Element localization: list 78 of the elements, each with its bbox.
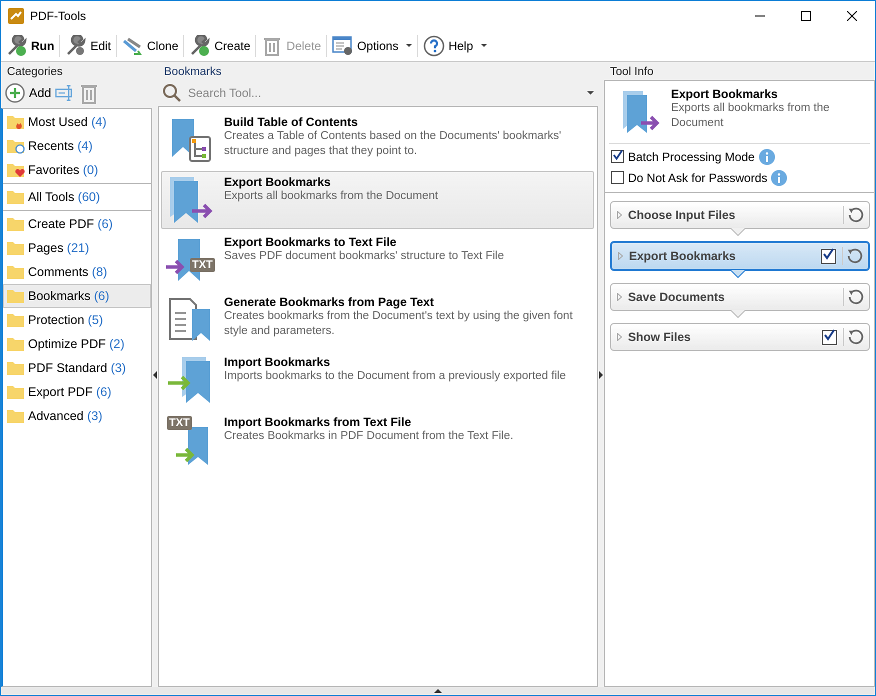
category-item[interactable]: Most Used (4) [3,110,151,134]
help-button[interactable]: Help [420,33,490,59]
options-button[interactable]: Options [329,33,416,59]
step-header[interactable]: Save Documents [610,283,870,311]
category-item[interactable]: Bookmarks (6) [3,284,151,308]
category-item[interactable]: Pages (21) [3,236,151,260]
step-header[interactable]: Show Files [610,323,870,351]
tool-description: Creates bookmarks from the Document's text by using the given font style and parameters. [224,309,574,339]
category-item[interactable]: Export PDF (6) [3,380,151,404]
wrench-icon [65,35,88,57]
add-button[interactable]: Add [5,83,52,103]
tool-description: Imports bookmarks to the Document from a previously exported file [224,369,566,384]
step-header[interactable]: Export Bookmarks [610,241,870,271]
tool-description: Exports all bookmarks from the Document [224,189,438,204]
tool-item[interactable]: Import Bookmarks Imports bookmarks to the Document from a previously exported file [161,351,594,409]
collapse-arrow-icon[interactable] [153,370,157,378]
caret-icon[interactable] [587,90,594,96]
close-icon[interactable] [847,11,857,21]
checkbox[interactable] [611,150,624,163]
tool-title: Import Bookmarks from Text File [224,415,412,429]
help-icon [423,35,446,57]
step-pointer-icon [730,228,746,236]
category-item[interactable]: All Tools (60) [3,185,151,209]
run-button[interactable]: Run [3,33,58,59]
checkbox[interactable] [611,171,624,184]
wrench-icon [6,35,28,57]
option-label: Batch Processing Mode [628,150,755,164]
tool-item[interactable]: TXT Export Bookmarks to Text File Saves PDF document bookmarks' structure to Text File [161,231,594,289]
tool-item[interactable]: TXT Import Bookmarks from Text File Creates Bookmarks in PDF Document from the Text File. [161,411,594,469]
step-pointer-icon [730,270,746,278]
tool-item[interactable]: Build Table of Contents Creates a Table of Contents based on the Documents' bookmarks' structure and pages that they point to. [161,111,594,169]
window-title: PDF-Tools [30,9,86,23]
panel-title: Bookmarks [163,65,223,80]
reset-icon[interactable] [843,206,865,224]
search-field[interactable]: Search Tool... [186,85,583,101]
tool-description: Saves PDF document bookmarks' structure to Text File [224,249,504,264]
tool-title: Export Bookmarks [224,175,332,189]
checkbox[interactable] [822,330,837,344]
panel-title: Tool Info [609,65,654,80]
tool-title: Import Bookmarks [224,355,332,369]
tool-title: Build Table of Contents [224,115,359,129]
category-item[interactable]: Create PDF (6) [3,212,151,236]
edit-button[interactable]: Edit [62,33,114,59]
file-type-label: TXT [167,416,192,430]
step-header[interactable]: Choose Input Files [610,201,870,229]
create-button[interactable]: Create [186,33,254,59]
category-item[interactable]: Recents (4) [3,134,151,158]
tool-description: Creates a Table of Contents based on the Documents' bookmarks' structure and pages that they point to. [224,129,562,159]
category-item[interactable]: PDF Standard (3) [3,356,151,380]
category-item[interactable]: Favorites (0) [3,158,151,182]
tool-description: Creates Bookmarks in PDF Document from the Text File. [224,429,514,444]
search-icon [162,83,182,103]
tool-title: Export Bookmarks [671,87,779,101]
wrench-icon [189,35,212,57]
reset-icon[interactable] [842,247,864,265]
file-type-label: TXT [190,258,215,272]
reset-icon[interactable] [843,288,865,306]
app-logo-icon [8,8,24,24]
tool-item[interactable]: Export Bookmarks Exports all bookmarks from the Document [161,171,594,229]
option-label: Do Not Ask for Passwords [628,170,768,184]
panel-title: Categories [6,65,64,80]
tools-icon [122,35,144,57]
reset-icon[interactable] [843,328,865,346]
category-item[interactable]: Optimize PDF (2) [3,332,151,356]
checkbox[interactable] [821,248,836,264]
category-item[interactable]: Protection (5) [3,308,151,332]
tool-item[interactable]: Generate Bookmarks from Page Text Creates bookmarks from the Document's text by using the given font style and parameters. [161,291,594,349]
tool-description: Exports all bookmarks from the Document [671,101,831,131]
clone-button[interactable]: Clone [119,33,182,59]
collapse-arrow-icon[interactable] [434,689,442,693]
maximize-icon[interactable] [801,11,811,21]
step-pointer-icon [730,310,746,318]
category-item[interactable]: Comments (8) [3,260,151,284]
settings-icon [332,35,354,57]
collapse-arrow-icon[interactable] [599,370,603,378]
tool-title: Export Bookmarks to Text File [224,235,398,249]
tool-title: Generate Bookmarks from Page Text [224,295,435,309]
category-item[interactable]: Advanced (3) [3,404,151,428]
